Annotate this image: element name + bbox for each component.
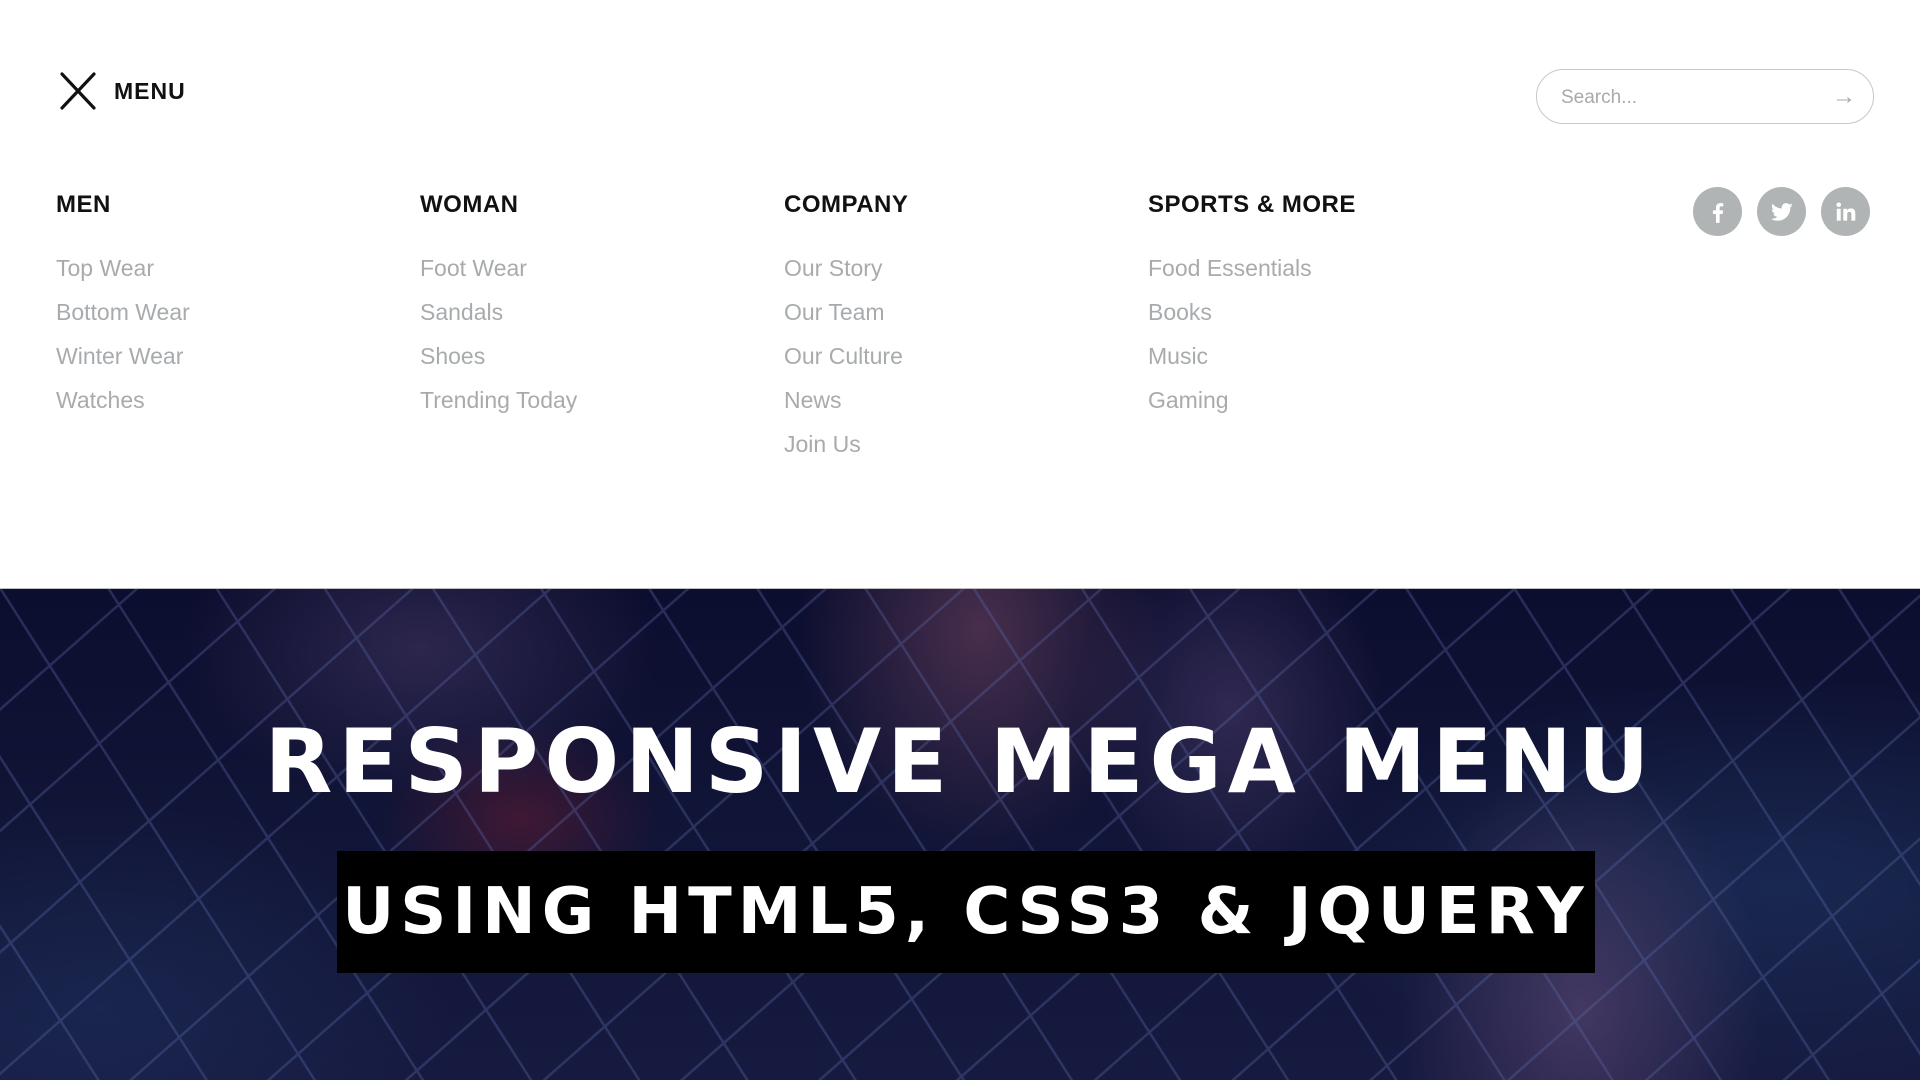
menu-link[interactable]: Our Culture (784, 334, 908, 378)
menu-link[interactable]: Watches (56, 378, 190, 422)
column-heading: MEN (56, 191, 111, 218)
mega-menu-panel: MENU → MEN Top Wear Bottom Wear Winter W… (0, 0, 1920, 589)
menu-column-company: COMPANY Our Story Our Team Our Culture N… (784, 190, 908, 466)
menu-link[interactable]: Music (1148, 334, 1356, 378)
linkedin-button[interactable] (1821, 187, 1870, 236)
menu-link[interactable]: Our Story (784, 246, 908, 290)
menu-link[interactable]: Shoes (420, 334, 577, 378)
column-heading: SPORTS & MORE (1148, 191, 1356, 218)
menu-link[interactable]: Food Essentials (1148, 246, 1356, 290)
menu-column-woman: WOMAN Foot Wear Sandals Shoes Trending T… (420, 190, 577, 422)
menu-link[interactable]: Trending Today (420, 378, 577, 422)
menu-link[interactable]: Gaming (1148, 378, 1356, 422)
search-box: → (1536, 69, 1874, 125)
facebook-button[interactable] (1693, 187, 1742, 236)
hero-title: RESPONSIVE MEGA MENU (264, 710, 1656, 813)
menu-column-men: MEN Top Wear Bottom Wear Winter Wear Wat… (56, 190, 190, 422)
menu-link[interactable]: News (784, 378, 908, 422)
hero-subtitle: USING HTML5, CSS3 & JQUERY (342, 875, 1590, 949)
search-submit-button[interactable]: → (1829, 83, 1859, 111)
hero-banner: RESPONSIVE MEGA MENU USING HTML5, CSS3 &… (0, 588, 1920, 1080)
chain-fence-background (0, 588, 1920, 1080)
close-icon[interactable] (58, 71, 98, 111)
twitter-button[interactable] (1757, 187, 1806, 236)
menu-link[interactable]: Foot Wear (420, 246, 577, 290)
menu-link[interactable]: Winter Wear (56, 334, 190, 378)
menu-link[interactable]: Our Team (784, 290, 908, 334)
column-heading: COMPANY (784, 191, 909, 218)
menu-link[interactable]: Join Us (784, 422, 908, 466)
column-heading: WOMAN (420, 191, 519, 218)
search-input[interactable] (1559, 70, 1823, 125)
menu-label: MENU (114, 77, 186, 104)
facebook-icon (1712, 202, 1723, 223)
twitter-icon (1770, 202, 1793, 221)
menu-toggle-button[interactable]: MENU (58, 70, 186, 112)
arrow-right-icon: → (1832, 83, 1856, 110)
linkedin-icon (1835, 201, 1855, 221)
menu-column-sports: SPORTS & MORE Food Essentials Books Musi… (1148, 190, 1356, 422)
menu-link[interactable]: Top Wear (56, 246, 190, 290)
menu-link[interactable]: Sandals (420, 290, 577, 334)
hero-subtitle-box: USING HTML5, CSS3 & JQUERY (337, 851, 1595, 973)
social-links (1693, 187, 1870, 236)
menu-link[interactable]: Books (1148, 290, 1356, 334)
menu-link[interactable]: Bottom Wear (56, 290, 190, 334)
